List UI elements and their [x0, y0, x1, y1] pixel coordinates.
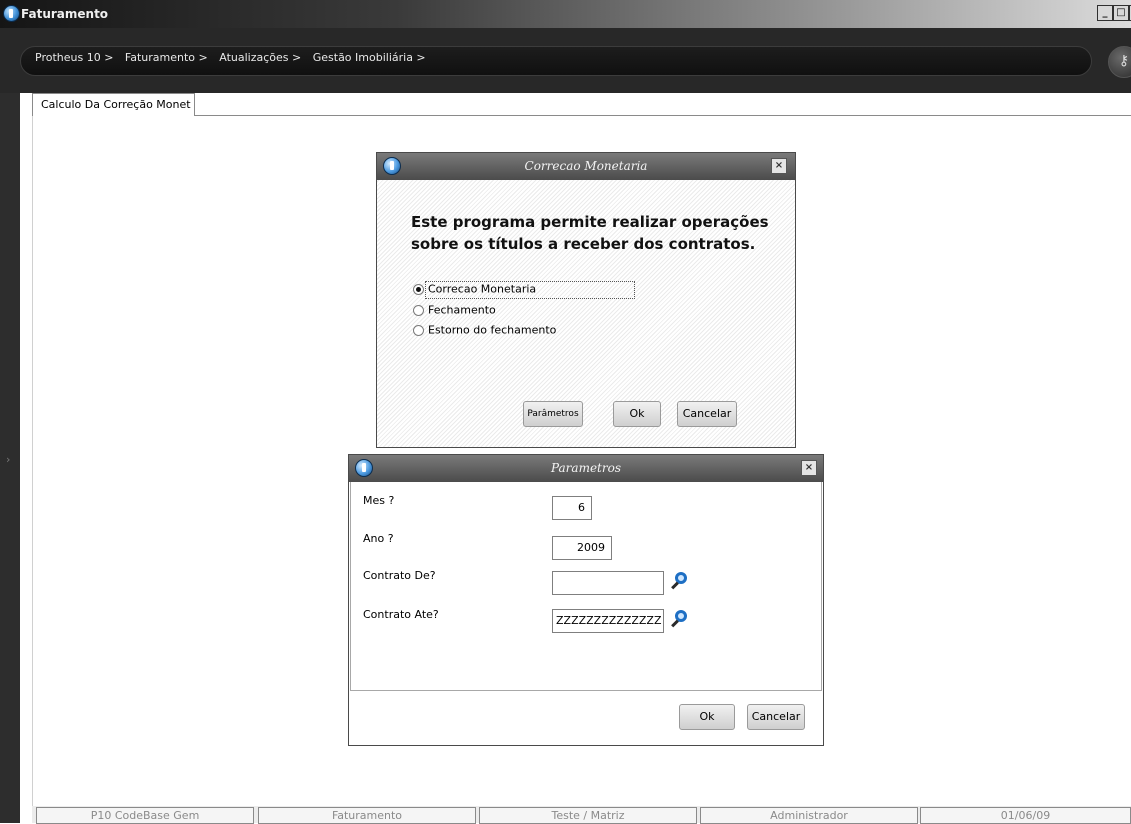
contrato-ate-magnifier-icon[interactable] — [669, 609, 691, 631]
expand-arrow-icon[interactable]: › — [6, 453, 10, 466]
radio-icon[interactable] — [413, 324, 424, 336]
magnifier-handle — [671, 581, 679, 590]
tab-frame — [32, 116, 33, 806]
ok-button[interactable]: Ok — [613, 401, 661, 427]
option-label: Fechamento — [428, 303, 496, 317]
intro-text: Este programa permite realizar operações… — [411, 211, 781, 255]
ano-label: Ano ? — [363, 532, 394, 545]
intro-line-1: Este programa permite realizar operações — [411, 213, 769, 231]
breadcrumb: Protheus 10 > Faturamento > Atualizações… — [35, 51, 434, 64]
breadcrumb-item-faturamento[interactable]: Faturamento > — [125, 51, 208, 64]
contrato-ate-label: Contrato Ate? — [363, 608, 439, 621]
status-bar: P10 CodeBase Gem Faturamento Teste / Mat… — [32, 806, 1131, 824]
dialog-close-button[interactable]: × — [801, 460, 817, 476]
ano-field[interactable]: 2009 — [552, 536, 612, 560]
ok-button[interactable]: Ok — [679, 704, 735, 730]
cancel-button[interactable]: Cancelar — [677, 401, 737, 427]
magnifier-handle — [671, 619, 679, 628]
breadcrumb-item-atualizacoes[interactable]: Atualizações > — [219, 51, 301, 64]
option-fechamento[interactable]: Fechamento — [413, 303, 496, 321]
dialog-title: Correcao Monetaria — [377, 153, 795, 180]
correcao-monetaria-dialog: Correcao Monetaria × Este programa permi… — [376, 152, 796, 448]
navigation-bar: Protheus 10 > Faturamento > Atualizações… — [0, 28, 1131, 93]
contrato-de-magnifier-icon[interactable] — [669, 571, 691, 593]
contrato-de-label: Contrato De? — [363, 569, 436, 582]
option-correcao-monetaria[interactable]: Correcao Monetaria — [413, 282, 536, 300]
status-module: Faturamento — [258, 807, 476, 824]
dialog-title: Parametros — [349, 455, 823, 482]
key-icon[interactable]: ⚷ — [1108, 46, 1131, 78]
minimize-button[interactable]: _ — [1097, 5, 1113, 21]
parametros-dialog: Parametros × Mes ? 6 Ano ? 2009 Contrato… — [348, 454, 824, 746]
contrato-de-field[interactable] — [552, 571, 664, 595]
dialog-close-button[interactable]: × — [771, 158, 787, 174]
mes-label: Mes ? — [363, 494, 395, 507]
side-panel-handle[interactable]: › — [0, 93, 20, 823]
intro-line-2: sobre os títulos a receber dos contratos… — [411, 235, 756, 253]
status-company: Teste / Matriz — [479, 807, 697, 824]
totvs-logo-icon — [355, 459, 373, 477]
parametros-button[interactable]: Parâmetros — [523, 401, 583, 427]
option-label: Estorno do fechamento — [428, 323, 557, 337]
app-logo-icon — [3, 5, 20, 22]
tab-calculo-correcao[interactable]: Calculo Da Correção Monet — [32, 93, 195, 116]
status-date: 01/06/09 — [920, 807, 1131, 824]
tab-divider — [195, 115, 1131, 116]
window-title: Faturamento — [21, 7, 109, 21]
radio-selected-icon[interactable] — [413, 283, 424, 295]
breadcrumb-item-gestao-imobiliaria[interactable]: Gestão Imobiliária > — [313, 51, 426, 64]
status-user: Administrador — [700, 807, 918, 824]
option-estorno-fechamento[interactable]: Estorno do fechamento — [413, 323, 556, 341]
breadcrumb-item-protheus[interactable]: Protheus 10 > — [35, 51, 113, 64]
radio-icon[interactable] — [413, 304, 424, 316]
mes-field[interactable]: 6 — [552, 496, 592, 520]
window-title-bar: Faturamento _ □ × — [0, 0, 1131, 28]
status-environment: P10 CodeBase Gem — [36, 807, 254, 824]
totvs-logo-icon — [383, 157, 401, 175]
contrato-ate-field[interactable]: ZZZZZZZZZZZZZZ — [552, 609, 664, 633]
cancel-button[interactable]: Cancelar — [747, 704, 805, 730]
option-label: Correcao Monetaria — [428, 282, 537, 296]
restore-button[interactable]: □ — [1113, 5, 1129, 21]
